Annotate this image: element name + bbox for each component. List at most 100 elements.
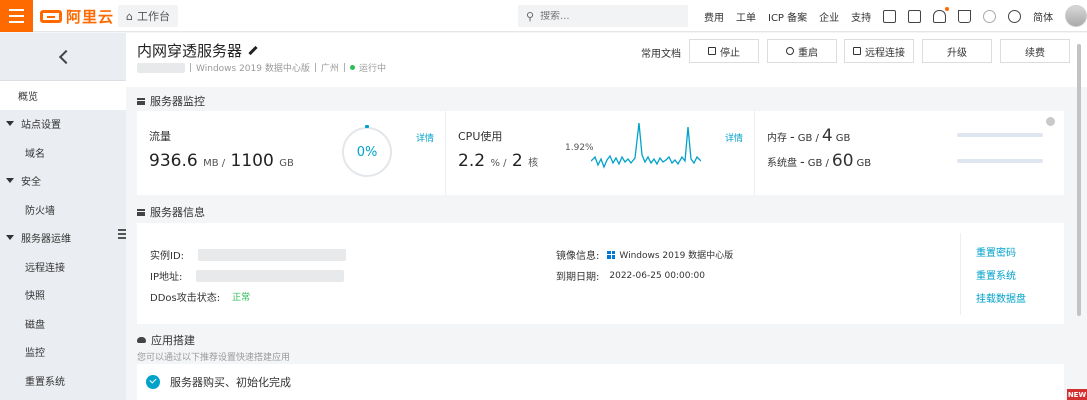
cpu-cores-unit: 核 [528, 158, 539, 169]
ip-row: IP地址: [150, 268, 345, 283]
bell-icon[interactable] [933, 6, 950, 23]
sidebar-item-label: 快照 [25, 291, 45, 303]
devops-icon[interactable] [883, 9, 897, 23]
meta-separator: | [313, 62, 317, 73]
cpu-value: 2.2 % / 2 核 [458, 151, 538, 171]
status-dot [349, 65, 355, 70]
traffic-detail-link[interactable]: 详情 [416, 131, 434, 144]
menu-icon[interactable] [0, 0, 33, 32]
caret-down-icon [6, 121, 14, 127]
home-icon: ⌂ [126, 9, 133, 23]
docs-link[interactable]: 常用文档 [641, 45, 681, 60]
nav-fees[interactable]: 费用 [704, 9, 724, 24]
sidebar-item-label: 服务器运维 [21, 234, 71, 246]
info-actions: 重置密码 重置系统 挂载数据盘 [960, 233, 1064, 315]
section-title: 应用搭建 [151, 334, 195, 347]
sidebar-item-overview[interactable]: 概览 [0, 81, 126, 110]
cpu-detail-link[interactable]: 详情 [725, 131, 743, 144]
help-icon[interactable] [1008, 9, 1022, 23]
search-input[interactable] [540, 10, 671, 22]
search-box[interactable]: ⚲ [518, 5, 688, 27]
disk-label: 系统盘 [767, 158, 797, 169]
sidebar-item-label: 监控 [25, 348, 45, 360]
redacted-instance-name [137, 62, 185, 73]
redacted-ip [196, 269, 345, 282]
sidebar-item-firewall[interactable]: 防火墙 [0, 195, 126, 224]
page-scrollbar[interactable] [1077, 44, 1081, 316]
disk-total-unit: GB [856, 158, 872, 169]
list-icon [137, 97, 145, 105]
nav-icp[interactable]: ICP 备案 [768, 9, 807, 24]
server-os: Windows 2019 数据中心版 [196, 64, 310, 74]
cpu-panel: CPU使用 2.2 % / 2 核 1.92% 详情 [446, 111, 755, 195]
memory-used: - [790, 130, 795, 145]
apps-hint: 您可以通过以下推荐设置快速搭建应用 [137, 353, 291, 363]
lightbulb-icon[interactable] [983, 9, 997, 23]
renew-button[interactable]: 续费 [1000, 39, 1070, 63]
sidebar-group-security[interactable]: 安全 [0, 167, 126, 196]
traffic-panel: 流量 936.6 MB / 1100 GB 0% 详情 [137, 111, 446, 195]
cart-icon[interactable] [958, 9, 972, 23]
sidebar: 概览 站点设置 域名 安全 防火墙 服务器运维 远程连接 快照 磁盘 监控 重置… [0, 33, 126, 400]
disk-used: - [800, 155, 805, 170]
nav-tickets[interactable]: 工单 [736, 9, 756, 24]
sidebar-item-label: 站点设置 [21, 120, 61, 132]
page-title-row: 内网穿透服务器 [137, 40, 258, 61]
nav-enterprise[interactable]: 企业 [819, 9, 839, 24]
instance-id-row: 实例ID: [150, 247, 347, 262]
image-label: 镜像信息: [556, 251, 600, 262]
cpu-label: CPU使用 [458, 130, 503, 143]
aliyun-logo[interactable]: 阿里云 [40, 6, 114, 27]
remote-connect-button[interactable]: 远程连接 [844, 39, 914, 63]
terminal-icon[interactable] [908, 9, 922, 23]
stop-icon [708, 47, 716, 55]
app-step-card[interactable]: 服务器购买、初始化完成 [137, 364, 1064, 400]
sidebar-item-disk[interactable]: 磁盘 [0, 309, 126, 338]
restart-label: 重启 [798, 47, 818, 59]
app-step-label: 服务器购买、初始化完成 [170, 376, 291, 389]
new-badge[interactable]: NEW [1067, 389, 1087, 400]
sidebar-item-reset-system[interactable]: 重置系统 [0, 366, 126, 395]
caret-down-icon [6, 178, 14, 184]
sidebar-back-button[interactable] [0, 33, 126, 81]
ddos-label: DDos攻击状态: [150, 293, 221, 304]
sidebar-item-domain[interactable]: 域名 [0, 138, 126, 167]
aliyun-logo-mark [40, 10, 62, 23]
reset-system-link[interactable]: 重置系统 [976, 267, 1064, 282]
reset-password-link[interactable]: 重置密码 [976, 244, 1064, 259]
sidebar-item-label: 域名 [25, 148, 45, 160]
image-value: Windows 2019 数据中心版 [619, 251, 734, 261]
cpu-usage: 2.2 [458, 151, 486, 171]
top-bar: 阿里云 ⌂ 工作台 ⚲ 费用 工单 ICP 备案 企业 支持 简体 [0, 0, 1087, 32]
restart-button[interactable]: 重启 [767, 39, 837, 63]
sidebar-item-label: 概览 [18, 91, 38, 103]
stop-button[interactable]: 停止 [689, 39, 759, 63]
traffic-used-unit: MB / [203, 158, 226, 169]
monitor-card: 流量 936.6 MB / 1100 GB 0% 详情 CPU使用 2.2 % … [137, 111, 1064, 195]
sidebar-toggle-icon[interactable] [118, 229, 126, 241]
sidebar-group-site-settings[interactable]: 站点设置 [0, 110, 126, 139]
mount-data-disk-link[interactable]: 挂载数据盘 [976, 290, 1064, 305]
cpu-cores: 2 [511, 151, 523, 171]
memory-total: 4 [821, 126, 833, 146]
ip-label: IP地址: [150, 272, 183, 283]
help-icon[interactable] [1046, 117, 1055, 126]
edit-icon[interactable] [248, 45, 258, 56]
apps-section-heading: 应用搭建 [137, 332, 195, 348]
chevron-left-icon [58, 49, 74, 64]
nav-support[interactable]: 支持 [851, 9, 871, 24]
section-title: 服务器监控 [150, 95, 205, 108]
upgrade-button[interactable]: 升级 [922, 39, 992, 63]
avatar[interactable] [1065, 5, 1087, 27]
memory-used-unit: GB / [797, 133, 819, 144]
language-switch[interactable]: 简体 [1033, 9, 1053, 24]
status-badge: 运行中 [358, 64, 386, 74]
workbench-button[interactable]: ⌂ 工作台 [118, 5, 178, 27]
sidebar-group-ops[interactable]: 服务器运维 [0, 224, 126, 253]
remote-label: 远程连接 [865, 47, 905, 59]
expire-label: 到期日期: [556, 272, 600, 283]
sidebar-item-monitor[interactable]: 监控 [0, 338, 126, 367]
sidebar-item-snapshot[interactable]: 快照 [0, 281, 126, 310]
info-card: 实例ID: IP地址: DDos攻击状态: 正常 镜像信息: Windows 2… [137, 223, 1064, 324]
sidebar-item-remote[interactable]: 远程连接 [0, 252, 126, 281]
